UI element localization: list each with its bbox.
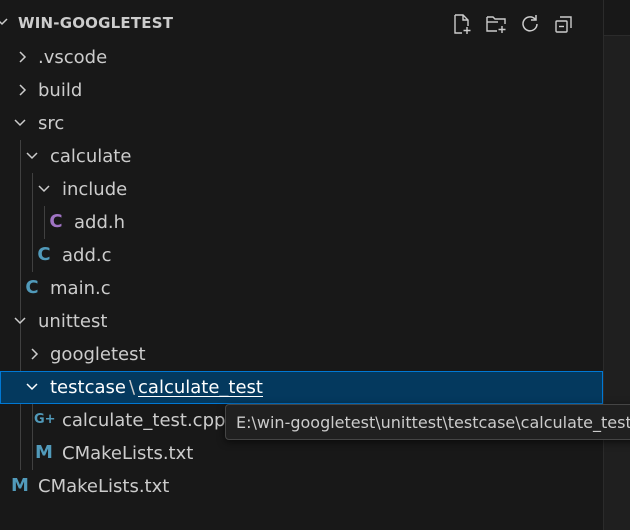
tree-item-label: CMakeLists.txt xyxy=(38,476,170,497)
tree-item-label: .vscode xyxy=(38,47,108,68)
tree-item-cmakelists-root[interactable]: M CMakeLists.txt xyxy=(0,470,603,503)
collapse-all-button[interactable] xyxy=(550,10,578,38)
tree-item-cmakelists-inner[interactable]: M CMakeLists.txt xyxy=(0,437,603,470)
chevron-down-icon xyxy=(14,119,26,127)
cmake-file-icon: M xyxy=(11,475,29,496)
tree-item-label: calculate xyxy=(50,146,132,167)
tree-item-label: add.h xyxy=(74,212,126,233)
editor-tab-bar xyxy=(604,0,630,36)
c-file-icon: C xyxy=(25,277,39,298)
tree-item-label: add.c xyxy=(62,245,112,266)
cmake-file-icon: M xyxy=(35,442,53,463)
explorer-toolbar xyxy=(448,10,578,38)
cpp-file-icon: G+ xyxy=(34,412,56,427)
tree-item-build[interactable]: build xyxy=(0,74,603,107)
new-file-icon xyxy=(454,14,471,34)
tooltip-text: E:\win-googletest\unittest\testcase\calc… xyxy=(236,412,630,432)
chevron-down-icon xyxy=(38,185,50,193)
tree-item-add-h[interactable]: C add.h xyxy=(0,206,603,239)
explorer-title: WIN-GOOGLETEST xyxy=(18,14,174,32)
chevron-down-icon xyxy=(14,317,26,325)
editor-area-edge xyxy=(603,0,630,530)
tree-item-unittest[interactable]: unittest xyxy=(0,305,603,338)
tree-item-include[interactable]: include xyxy=(0,173,603,206)
tree-item-label: CMakeLists.txt xyxy=(62,443,194,464)
chevron-down-icon xyxy=(0,18,8,26)
compact-folder-segment-calculate-test[interactable]: calculate_test xyxy=(138,377,263,398)
tree-item-main-c[interactable]: C main.c xyxy=(0,272,603,305)
tree-item-label: build xyxy=(38,80,83,101)
tree-item-label: include xyxy=(62,179,128,200)
explorer-header[interactable]: WIN-GOOGLETEST xyxy=(0,0,603,46)
new-folder-button[interactable] xyxy=(482,10,510,38)
c-file-icon: C xyxy=(37,244,51,265)
refresh-button[interactable] xyxy=(516,10,544,38)
tree-item-calculate[interactable]: calculate xyxy=(0,140,603,173)
chevron-down-icon xyxy=(26,383,38,391)
c-header-file-icon: C xyxy=(49,211,63,232)
tree-item-label: src xyxy=(38,113,65,134)
tree-item-label: testcase \ calculate_test xyxy=(50,377,263,398)
tree-item-add-c[interactable]: C add.c xyxy=(0,239,603,272)
collapse-all-icon xyxy=(555,16,572,33)
tree-item-label: googletest xyxy=(50,344,146,365)
tree-item-vscode[interactable]: .vscode xyxy=(0,41,603,74)
compact-folder-segment-testcase[interactable]: testcase xyxy=(50,377,126,398)
tree-item-label: calculate_test.cpp xyxy=(62,410,226,431)
tree-item-label: unittest xyxy=(38,311,108,332)
refresh-icon xyxy=(522,15,538,32)
chevron-right-icon xyxy=(31,348,39,360)
path-tooltip: E:\win-googletest\unittest\testcase\calc… xyxy=(225,404,630,440)
explorer-panel: WIN-GOOGLETEST .vscode build src calcula… xyxy=(0,0,603,530)
tree-item-label: main.c xyxy=(50,278,111,299)
chevron-down-icon xyxy=(26,152,38,160)
tree-item-googletest[interactable]: googletest xyxy=(0,338,603,371)
chevron-right-icon xyxy=(19,51,27,63)
tree-item-testcase-calculate-test[interactable]: testcase \ calculate_test xyxy=(0,371,603,404)
tree-item-src[interactable]: src xyxy=(0,107,603,140)
new-folder-icon xyxy=(486,16,506,33)
new-file-button[interactable] xyxy=(448,10,476,38)
chevron-right-icon xyxy=(19,84,27,96)
compact-folder-separator: \ xyxy=(128,377,136,398)
